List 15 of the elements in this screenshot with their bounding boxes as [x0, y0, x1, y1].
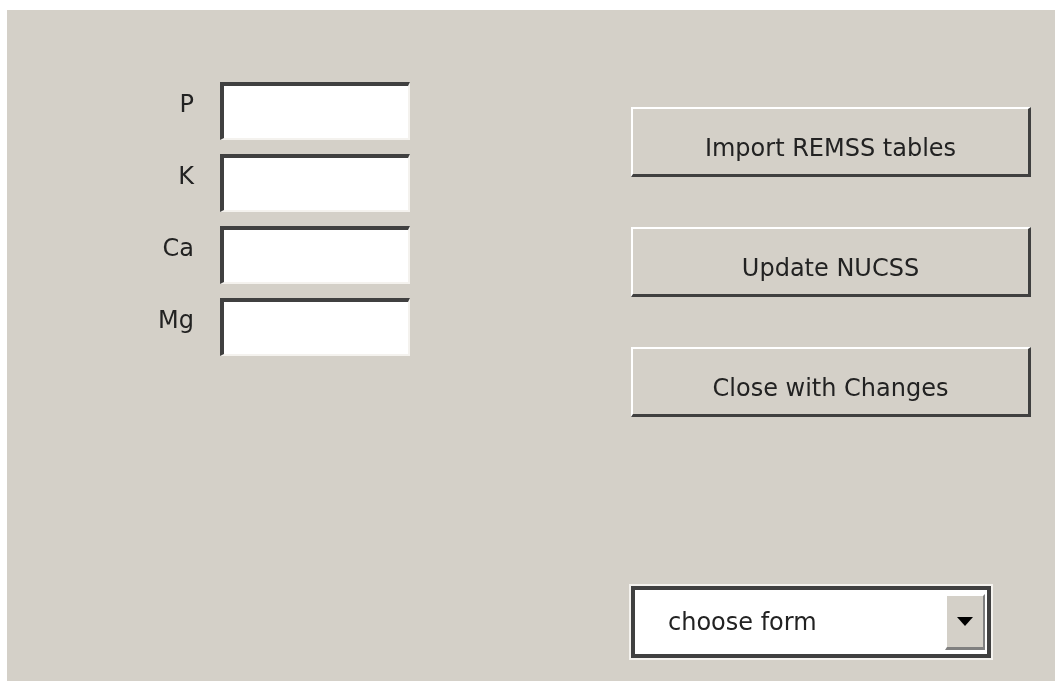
dropdown-arrow-button[interactable]	[945, 594, 985, 650]
field-label: K	[177, 164, 195, 188]
field-label: Ca	[161, 236, 195, 260]
caret-icon	[957, 617, 973, 626]
input-field[interactable]	[220, 82, 410, 140]
action-button[interactable]: Import REMSS tables	[631, 107, 1031, 177]
input-field[interactable]	[220, 154, 410, 212]
form-dropdown[interactable]: choose form	[631, 586, 991, 658]
field-label: P	[178, 92, 195, 116]
dropdown-value: choose form	[667, 607, 818, 638]
action-button[interactable]: Close with Changes	[631, 347, 1031, 417]
input-field[interactable]	[220, 226, 410, 284]
action-button[interactable]: Update NUCSS	[631, 227, 1031, 297]
input-field[interactable]	[220, 298, 410, 356]
field-label: Mg	[157, 308, 195, 332]
